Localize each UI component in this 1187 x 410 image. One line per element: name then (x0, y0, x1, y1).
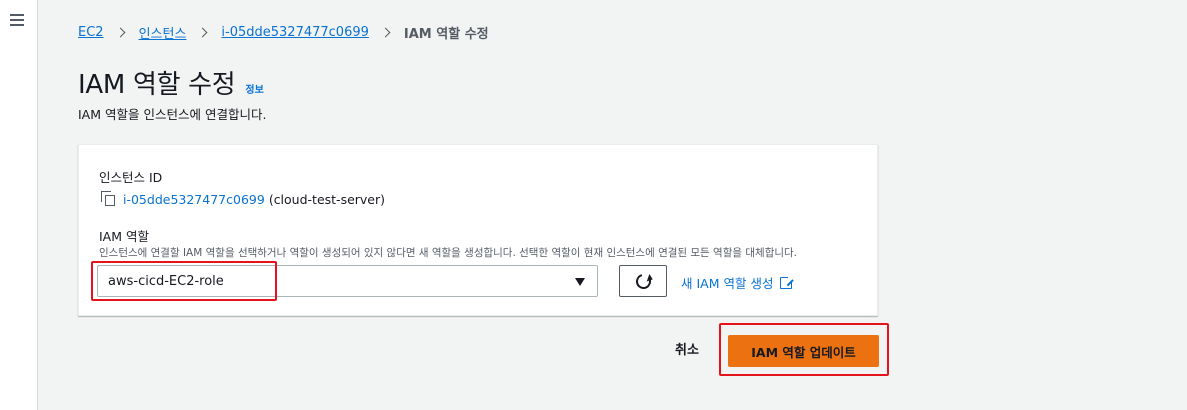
breadcrumb-instance-id[interactable]: i-05dde5327477c0699 (221, 25, 368, 40)
iam-role-label: IAM 역할 (99, 229, 149, 244)
chevron-right-icon (197, 27, 208, 37)
page-description: IAM 역할을 인스턴스에 연결합니다. (78, 107, 267, 122)
create-iam-role-link[interactable]: 새 IAM 역할 생성 (681, 273, 795, 292)
refresh-button[interactable] (619, 265, 667, 297)
instance-id-label: 인스턴스 ID (99, 170, 163, 185)
page-title: IAM 역할 수정 (78, 70, 236, 100)
instance-name: (cloud-test-server) (268, 191, 386, 207)
page-header: IAM 역할 수정 정보 (78, 64, 264, 101)
breadcrumb-current: IAM 역할 수정 (403, 26, 489, 42)
create-iam-role-label: 새 IAM 역할 생성 (681, 276, 774, 291)
instance-id-row: i-05dde5327477c0699 (cloud-test-server) (101, 191, 385, 207)
breadcrumb: EC2 인스턴스 i-05dde5327477c0699 IAM 역할 수정 (78, 22, 489, 42)
iam-role-select[interactable]: aws-cicd-EC2-role (97, 265, 598, 297)
refresh-icon (632, 270, 654, 292)
iam-role-help-text: 인스턴스에 연결할 IAM 역할을 선택하거나 역할이 생성되어 있지 않다면 … (99, 247, 798, 259)
update-iam-role-button[interactable]: IAM 역할 업데이트 (728, 335, 879, 367)
instance-id-link[interactable]: i-05dde5327477c0699 (123, 192, 265, 207)
menu-icon[interactable] (10, 14, 24, 26)
caret-down-icon (575, 278, 585, 286)
chevron-right-icon (115, 27, 126, 37)
copy-icon[interactable] (101, 191, 117, 207)
breadcrumb-instances[interactable]: 인스턴스 (139, 23, 187, 42)
info-link[interactable]: 정보 (245, 81, 263, 96)
external-link-icon (780, 274, 795, 289)
cancel-button[interactable]: 취소 (664, 340, 710, 362)
settings-panel: 인스턴스 ID i-05dde5327477c0699 (cloud-test-… (78, 144, 878, 316)
breadcrumb-ec2[interactable]: EC2 (78, 25, 104, 40)
chevron-right-icon (380, 27, 391, 37)
iam-role-selected-value: aws-cicd-EC2-role (108, 273, 224, 289)
side-navigation (0, 0, 38, 410)
